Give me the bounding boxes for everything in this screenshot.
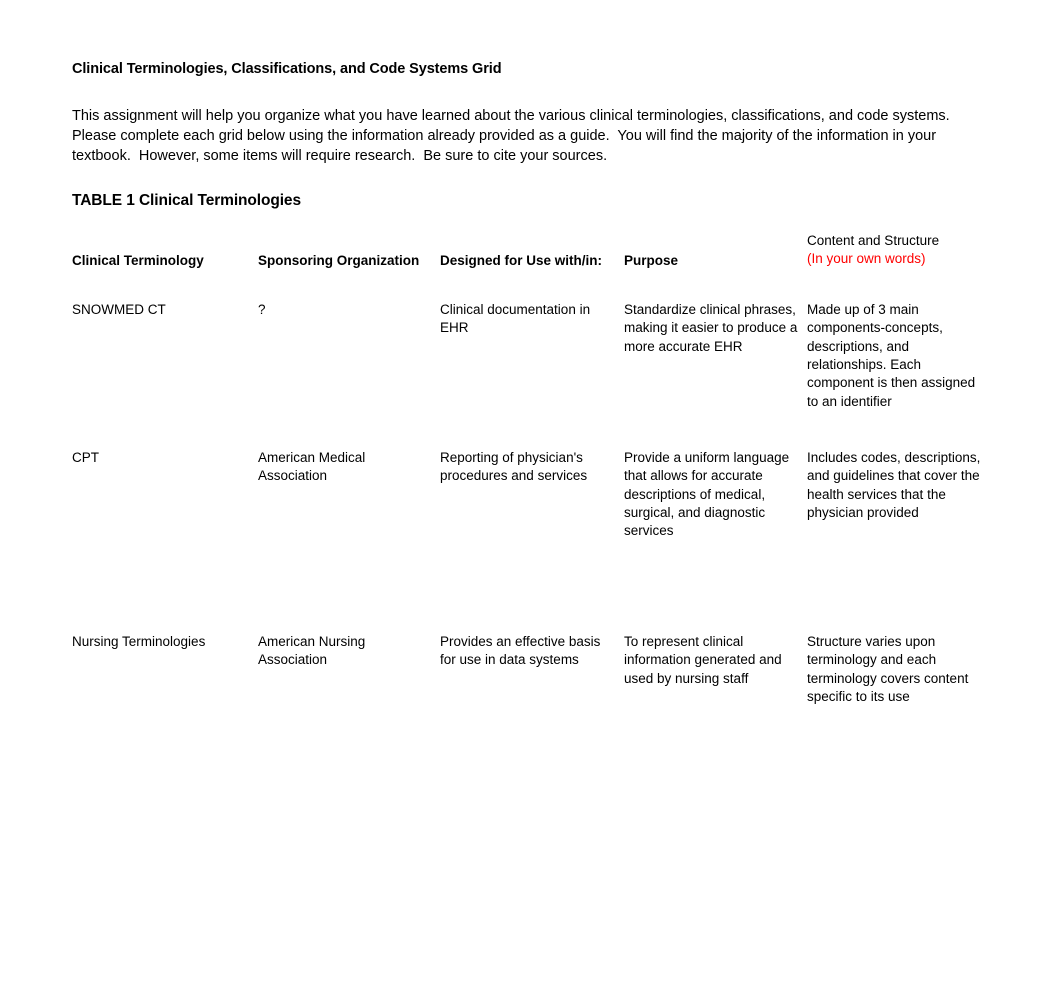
cell-designed-for: Reporting of physician's procedures and …	[440, 431, 624, 615]
cell-organization: American Medical Association	[258, 431, 440, 615]
column-header-clinical-terminology: Clinical Terminology	[72, 227, 258, 283]
cell-organization-text: American Medical Association	[258, 450, 366, 484]
intro-paragraph: This assignment will help you organize w…	[72, 106, 964, 166]
intro-line-1: This assignment will help you organize w…	[72, 108, 950, 125]
cell-organization-text: ?	[258, 302, 266, 318]
table-1-heading: TABLE 1 Clinical Terminologies	[72, 192, 301, 210]
page-title: Clinical Terminologies, Classifications,…	[72, 61, 502, 77]
cell-purpose: Provide a uniform language that allows f…	[624, 431, 807, 615]
cell-designed-for-text: Provides an effective basis for use in d…	[440, 634, 601, 668]
cell-organization-text: American Nursing Association	[258, 634, 366, 668]
cell-purpose: To represent clinical information genera…	[624, 615, 807, 706]
cell-terminology: SNOWMED CT	[72, 283, 258, 431]
column-header-content-and-structure: Content and Structure (In your own words…	[807, 227, 992, 283]
document-body: Clinical Terminologies, Classifications,…	[72, 60, 992, 706]
cell-terminology-text: SNOWMED CT	[72, 302, 166, 318]
cell-organization: ?	[258, 283, 440, 431]
cell-purpose: Standardize clinical phrases, making it …	[624, 283, 807, 431]
column-header-sponsoring-organization-label: Sponsoring Organization	[258, 253, 420, 269]
column-header-purpose-label: Purpose	[624, 253, 679, 269]
table-row: SNOWMED CT ? Clinical documentation in E…	[72, 283, 992, 431]
cell-content-structure: Includes codes, descriptions, and guidel…	[807, 431, 992, 615]
column-header-sponsoring-organization: Sponsoring Organization	[258, 227, 440, 283]
intro-line-3: textbook. However, some items will requi…	[72, 148, 608, 165]
cell-designed-for: Provides an effective basis for use in d…	[440, 615, 624, 706]
column-header-purpose: Purpose	[624, 227, 807, 283]
cell-organization: American Nursing Association	[258, 615, 440, 706]
cell-designed-for-text: Reporting of physician's procedures and …	[440, 450, 588, 484]
clinical-terminologies-table: Clinical Terminology Sponsoring Organiza…	[72, 227, 992, 706]
table-row: CPT American Medical Association Reporti…	[72, 431, 992, 615]
cell-terminology: CPT	[72, 431, 258, 615]
column-header-clinical-terminology-label: Clinical Terminology	[72, 253, 204, 269]
cell-purpose-text: Provide a uniform language that allows f…	[624, 450, 790, 539]
document-page: Clinical Terminologies, Classifications,…	[0, 0, 1062, 1001]
cell-content-structure-text: Made up of 3 main components-concepts, d…	[807, 302, 976, 409]
cell-content-structure-text: Structure varies upon terminology and ea…	[807, 634, 969, 705]
cell-designed-for-text: Clinical documentation in EHR	[440, 302, 591, 336]
cell-content-structure: Structure varies upon terminology and ea…	[807, 615, 992, 706]
cell-content-structure: Made up of 3 main components-concepts, d…	[807, 283, 992, 431]
cell-terminology-text: CPT	[72, 450, 99, 466]
column-header-designed-for-use-label: Designed for Use with/in:	[440, 253, 603, 269]
intro-line-2: Please complete each grid below using th…	[72, 128, 937, 145]
column-header-content-and-structure-label: Content and Structure	[807, 233, 940, 249]
cell-designed-for: Clinical documentation in EHR	[440, 283, 624, 431]
column-header-own-words-note: (In your own words)	[807, 251, 926, 267]
table-row: Nursing Terminologies American Nursing A…	[72, 615, 992, 706]
cell-terminology: Nursing Terminologies	[72, 615, 258, 706]
cell-purpose-text: Standardize clinical phrases, making it …	[624, 302, 798, 354]
table-header-row: Clinical Terminology Sponsoring Organiza…	[72, 227, 992, 283]
cell-terminology-text: Nursing Terminologies	[72, 634, 206, 650]
column-header-designed-for-use: Designed for Use with/in:	[440, 227, 624, 283]
cell-purpose-text: To represent clinical information genera…	[624, 634, 782, 686]
cell-content-structure-text: Includes codes, descriptions, and guidel…	[807, 450, 981, 521]
